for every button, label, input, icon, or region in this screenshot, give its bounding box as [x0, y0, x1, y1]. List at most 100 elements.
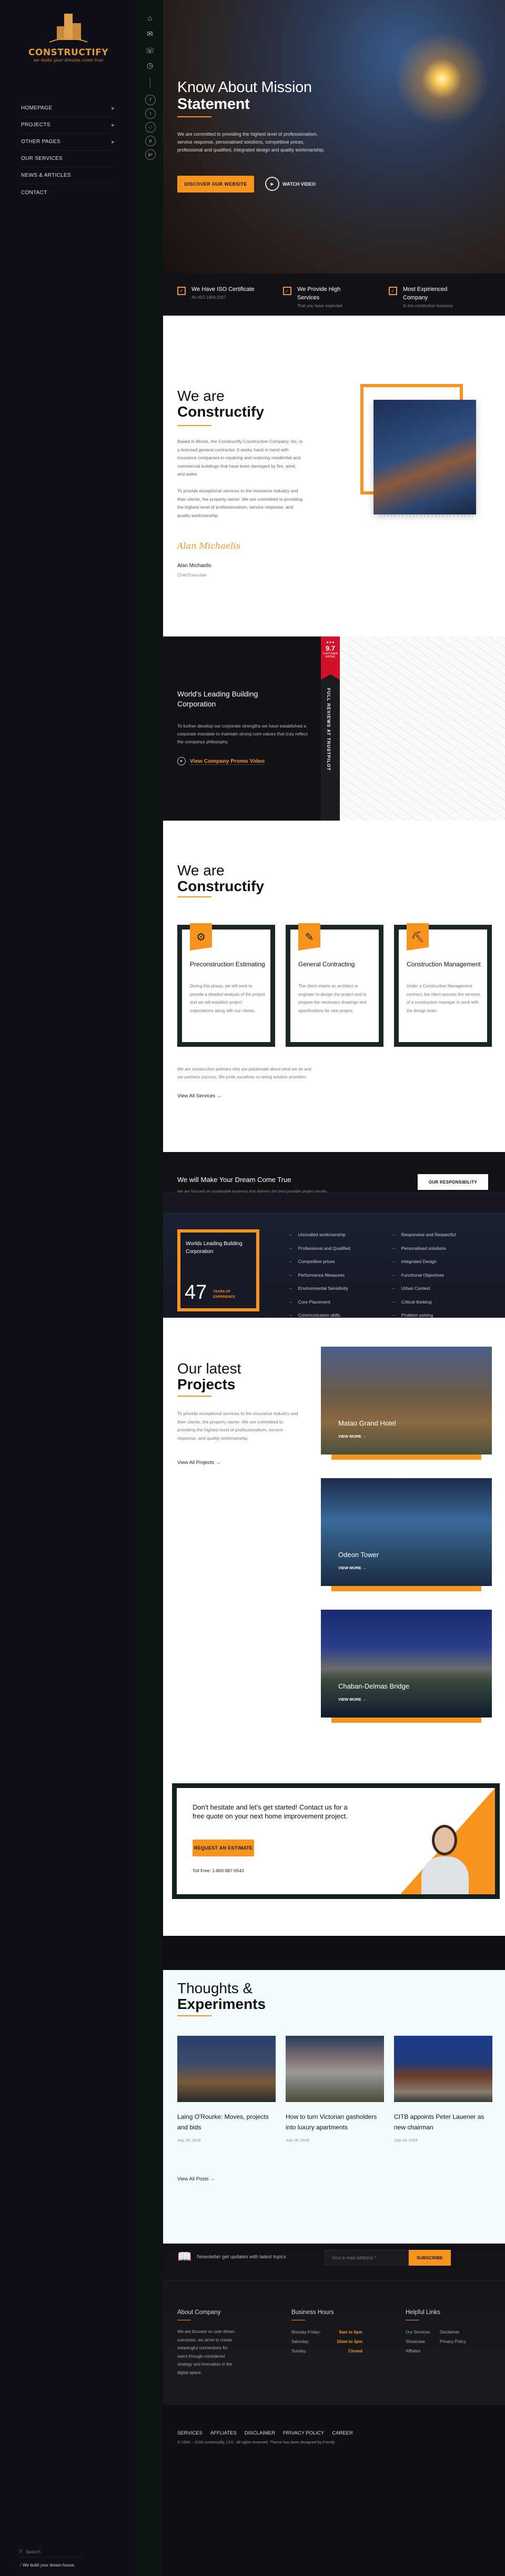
feature-item: ✓ We Have ISO Certificate An ISO 1900:2007: [177, 285, 283, 316]
footer-link[interactable]: Disclaimer: [440, 2328, 471, 2337]
nav-label: HOMEPAGE: [21, 105, 53, 111]
hours-time: 10am to 3pm: [337, 2339, 362, 2344]
ceo-name: Alan Michaelis: [177, 563, 211, 569]
footer-nav-item[interactable]: SERVICES: [177, 2430, 203, 2436]
clock-icon[interactable]: ◷: [145, 60, 155, 70]
view-more-link[interactable]: VIEW MORE →: [338, 1565, 366, 1570]
slogan-text: We build your dream house.: [23, 2563, 76, 2568]
service-text: The client retains an architect or engin…: [298, 984, 367, 1013]
nav-item-homepage[interactable]: HOMEPAGE ▶: [21, 100, 115, 117]
request-estimate-button[interactable]: REQUEST AN ESTIMATE: [193, 1840, 254, 1856]
mail-icon[interactable]: ✉: [145, 28, 155, 39]
footer-link[interactable]: Privacy Policy: [440, 2337, 471, 2347]
post-title[interactable]: Laing O'Rourke: Moves, projects and bids: [177, 2112, 276, 2133]
hours-row: Sunday: Closed: [291, 2347, 362, 2356]
footer-nav-item[interactable]: AFFLIATES: [210, 2430, 237, 2436]
footer-nav-item[interactable]: CAREER: [332, 2430, 353, 2436]
nav-label: OTHER PAGES: [21, 139, 60, 145]
title-underline: [177, 896, 211, 897]
nav-item-contact[interactable]: CONTACT: [21, 184, 115, 201]
trustpilot-reviews-link[interactable]: FULL REVIEWS AT TRUSTPILOT: [326, 688, 331, 771]
hours-day: Saturday:: [291, 2339, 310, 2344]
service-card[interactable]: ⚙ Preconstruction Estimating During this…: [177, 923, 275, 1047]
footer-link[interactable]: Showcase: [406, 2337, 440, 2347]
accent-bar: [331, 1586, 481, 1591]
service-card[interactable]: ⛏ Construction Management Under a Constr…: [394, 923, 492, 1047]
view-more-link[interactable]: VIEW MORE →: [338, 1434, 366, 1439]
blog-post[interactable]: Laing O'Rourke: Moves, projects and bids…: [177, 2036, 276, 2143]
newsletter: 📖 Newsletter get updates with latest topi…: [177, 2250, 286, 2264]
check-icon: ✓: [389, 287, 397, 295]
google-plus-icon[interactable]: g+: [145, 149, 156, 160]
play-icon: ▶: [265, 177, 279, 191]
discover-website-button[interactable]: DISCOVER OUR WEBSITE: [177, 176, 254, 193]
our-responsibility-button[interactable]: OUR RESPONSIBILITY: [418, 1174, 488, 1190]
feature-title: We Provide High Services: [297, 286, 341, 301]
hours-day: Monday-Friday:: [291, 2330, 321, 2335]
signature: Alan Michaelis: [177, 541, 240, 551]
subscribe-button[interactable]: SUBSCRIBE: [409, 2250, 451, 2266]
logo[interactable]: CONSTRUCTIFY we make your dreams come tr…: [26, 9, 110, 63]
post-title[interactable]: CITB appoints Peter Lauener as new chair…: [394, 2112, 492, 2133]
promo-video-link[interactable]: ▶ View Company Promo Video: [177, 757, 265, 765]
facebook-icon[interactable]: f: [145, 95, 156, 105]
nav-item-news[interactable]: NEWS & ARTICLES: [21, 167, 115, 184]
search-input[interactable]: [25, 2549, 73, 2554]
helpful-links-column: Helpful Links Our Services Disclaimer Sh…: [406, 2309, 471, 2356]
nav-item-other-pages[interactable]: OTHER PAGES ▶: [21, 134, 115, 150]
post-title[interactable]: How to turn Victorian gasholders into lu…: [286, 2112, 384, 2133]
rating-label: CUSTOMER RATING: [322, 652, 338, 659]
nav-item-our-services[interactable]: OUR SERVICES: [21, 150, 115, 167]
post-date: July 18, 2018: [394, 2138, 418, 2143]
toll-free-number: Toll Free: 1-800-987-6543: [193, 1868, 244, 1873]
pinterest-icon[interactable]: p: [145, 136, 156, 146]
title-underline: [177, 425, 211, 426]
title-underline: [177, 1396, 211, 1397]
view-more-link[interactable]: VIEW MORE →: [338, 1697, 366, 1702]
instagram-icon[interactable]: □: [145, 122, 156, 133]
nav-label: NEWS & ARTICLES: [21, 173, 71, 178]
service-card[interactable]: ✎ General Contracting The client retains…: [286, 923, 383, 1047]
watch-video-button[interactable]: ▶ WATCH VIDEO: [265, 177, 316, 191]
nav-item-projects[interactable]: PROJECTS ▶: [21, 117, 115, 134]
view-all-posts-link[interactable]: View All Posts →: [177, 2176, 215, 2182]
blog-post[interactable]: CITB appoints Peter Lauener as new chair…: [394, 2036, 492, 2143]
phone-icon[interactable]: ☏: [145, 45, 155, 56]
cta-section: Don't hesitate and let's get started! Co…: [163, 1778, 505, 1936]
email-input[interactable]: [325, 2250, 409, 2266]
footer-link[interactable]: Affliates: [406, 2347, 440, 2356]
hours-day: Sunday:: [291, 2349, 307, 2353]
about-section: We are Constructify Based in Illinois, th…: [163, 316, 505, 637]
cta-box: Don't hesitate and let's get started! Co…: [172, 1783, 500, 1899]
view-all-services-link[interactable]: View All Services →: [177, 1093, 221, 1099]
leading-text: To further develop our corporate strengt…: [177, 723, 308, 744]
feature-item: ✓ We Provide High Services That you have e…: [283, 285, 389, 316]
about-paragraph-1: Based in Illinois, the Constructify Cons…: [177, 439, 302, 477]
blog-post[interactable]: How to turn Victorian gasholders into lu…: [286, 2036, 384, 2143]
pencil-ruler-icon: ✎: [298, 923, 320, 951]
project-card[interactable]: Chaban-Delmas Bridge VIEW MORE →: [321, 1610, 492, 1723]
feature-subtitle: An ISO 1900:2007: [191, 295, 226, 300]
about-company-text: We are focused on user-driven outcomes, …: [177, 2329, 235, 2375]
project-card[interactable]: Matao Grand Hotel VIEW MORE →: [321, 1347, 492, 1460]
home-icon[interactable]: ⌂: [145, 13, 155, 23]
footer-link[interactable]: Our Services: [406, 2328, 440, 2337]
post-image: [394, 2036, 492, 2102]
slash-mark: /: [20, 2563, 22, 2568]
nav-label: CONTACT: [21, 189, 47, 196]
sidebar-slogan: / We build your dream house.: [20, 2563, 75, 2568]
project-card[interactable]: Odeon Tower VIEW MORE →: [321, 1478, 492, 1591]
list-item: Core Placement: [289, 1296, 350, 1309]
footer-nav-item[interactable]: PRIVACY POLICY: [283, 2430, 324, 2436]
hours-row: Monday-Friday: 9am to 5pm: [291, 2328, 362, 2337]
twitter-icon[interactable]: t: [145, 108, 156, 119]
check-icon: ✓: [177, 287, 186, 295]
footer-nav-item[interactable]: DISCLAIMER: [245, 2430, 275, 2436]
sidebar: CONSTRUCTIFY we make your dreams come tr…: [0, 0, 137, 2576]
column-title: Business Hours: [291, 2309, 334, 2316]
view-all-projects-link[interactable]: View All Projects →: [177, 1460, 220, 1466]
nav-label: OUR SERVICES: [21, 156, 63, 161]
cta-text: Don't hesitate and let's get started! Co…: [193, 1803, 348, 1820]
column-title: About Company: [177, 2309, 221, 2316]
post-image: [177, 2036, 276, 2102]
